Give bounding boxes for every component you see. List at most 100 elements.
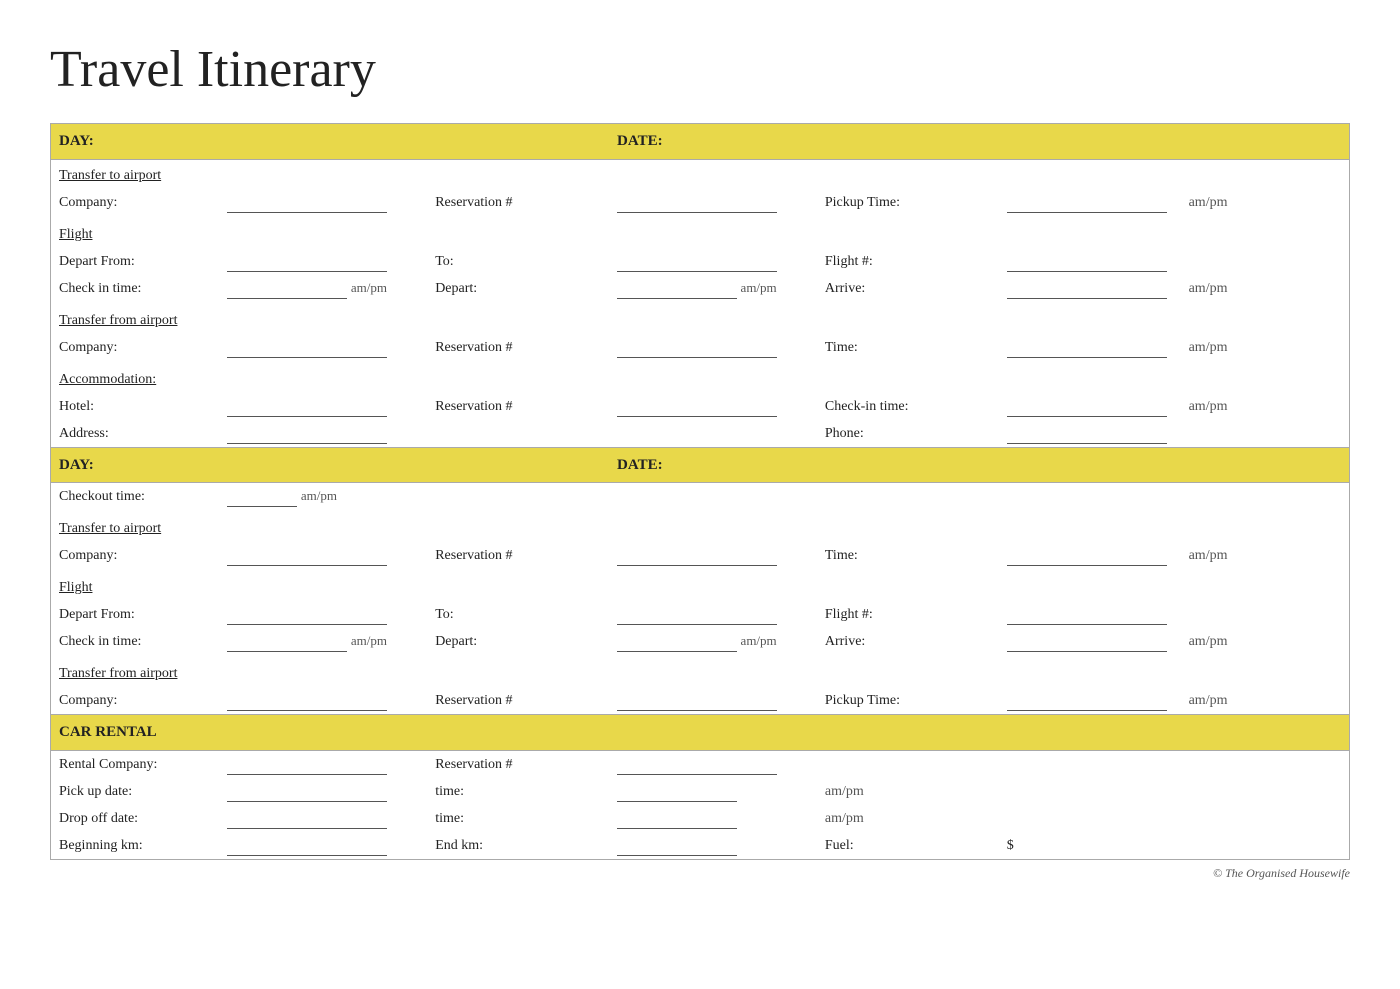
depart-from-field[interactable] <box>219 248 427 275</box>
transfer-from-airport1-title-row: Transfer from airport <box>51 302 1350 334</box>
time-field3[interactable] <box>609 778 817 805</box>
dropoff-date-field[interactable] <box>219 805 427 832</box>
day1-date-label: DATE: <box>609 124 1349 160</box>
end-km-field[interactable] <box>609 832 817 860</box>
car-rental-label: CAR RENTAL <box>51 715 1350 751</box>
checkin-time-field1[interactable]: am/pm <box>219 275 427 302</box>
company-label1: Company: <box>51 189 220 216</box>
ampm2: am/pm <box>351 280 387 295</box>
beginning-km-row: Beginning km: End km: Fuel: $ <box>51 832 1350 860</box>
ampm11: am/pm <box>1181 628 1350 655</box>
pickup-date-field[interactable] <box>219 778 427 805</box>
ampm4: am/pm <box>1181 275 1350 302</box>
reservation-label3: Reservation # <box>427 393 609 420</box>
transfer-airport2-title-row: Transfer to airport <box>51 510 1350 542</box>
reservation-field2[interactable] <box>609 334 817 361</box>
ampm5: am/pm <box>1181 334 1350 361</box>
checkin-time-label1: Check in time: <box>51 275 220 302</box>
rental-company-label: Rental Company: <box>51 750 220 778</box>
company-field2[interactable] <box>219 334 427 361</box>
pickup-date-row: Pick up date: time: am/pm <box>51 778 1350 805</box>
arrive-field2[interactable] <box>999 628 1181 655</box>
accommodation-title-row: Accommodation: <box>51 361 1350 393</box>
checkin-time-label3: Check in time: <box>51 628 220 655</box>
accommodation-row2: Address: Phone: <box>51 420 1350 448</box>
address-field[interactable] <box>219 420 427 448</box>
arrive-label2: Arrive: <box>817 628 999 655</box>
flight1-title: Flight <box>59 227 92 242</box>
reservation-field3[interactable] <box>609 393 817 420</box>
hotel-field[interactable] <box>219 393 427 420</box>
flight1-row1: Depart From: To: Flight #: <box>51 248 1350 275</box>
ampm6: am/pm <box>1181 393 1350 420</box>
phone-field[interactable] <box>999 420 1181 448</box>
flight1-title-row: Flight <box>51 216 1350 248</box>
time-label2: Time: <box>817 542 999 569</box>
flight-hash-label1: Flight #: <box>817 248 999 275</box>
rental-company-row: Rental Company: Reservation # <box>51 750 1350 778</box>
checkin-time-field3[interactable]: am/pm <box>219 628 427 655</box>
checkin-time-label2: Check-in time: <box>817 393 999 420</box>
day2-header-row: DAY: DATE: <box>51 447 1350 483</box>
flight1-row2: Check in time: am/pm Depart: am/pm Arriv… <box>51 275 1350 302</box>
flight-hash-label2: Flight #: <box>817 601 999 628</box>
beginning-km-field[interactable] <box>219 832 427 860</box>
rental-company-field[interactable] <box>219 750 427 778</box>
time-field4[interactable] <box>609 805 817 832</box>
company-label2: Company: <box>51 334 220 361</box>
flight2-row2: Check in time: am/pm Depart: am/pm Arriv… <box>51 628 1350 655</box>
flight-hash-field1[interactable] <box>999 248 1181 275</box>
time-label4: time: <box>427 805 609 832</box>
time-label3: time: <box>427 778 609 805</box>
to-label2: To: <box>427 601 609 628</box>
to-field[interactable] <box>609 248 817 275</box>
company-field4[interactable] <box>219 687 427 715</box>
checkout-row: Checkout time: am/pm <box>51 483 1350 511</box>
depart-field2[interactable]: am/pm <box>609 628 817 655</box>
time-field1[interactable] <box>999 334 1181 361</box>
ampm10: am/pm <box>741 633 777 648</box>
transfer-airport1-title-row: Transfer to airport <box>51 159 1350 189</box>
company-field1[interactable] <box>219 189 427 216</box>
depart-from-label2: Depart From: <box>51 601 220 628</box>
day2-label: DAY: <box>51 447 610 483</box>
ampm-label1: am/pm <box>1181 189 1350 216</box>
reservation-label2: Reservation # <box>427 334 609 361</box>
depart-from-field2[interactable] <box>219 601 427 628</box>
page-title: Travel Itinerary <box>50 40 1350 99</box>
flight2-title-row: Flight <box>51 569 1350 601</box>
pickup-time-field2[interactable] <box>999 687 1181 715</box>
depart-field1[interactable]: am/pm <box>609 275 817 302</box>
ampm3: am/pm <box>741 280 777 295</box>
reservation-field6[interactable] <box>609 750 1349 778</box>
hotel-label: Hotel: <box>51 393 220 420</box>
depart-label2: Depart: <box>427 628 609 655</box>
empty1 <box>1181 248 1350 275</box>
reservation-field1[interactable] <box>609 189 817 216</box>
day1-header-row: DAY: DATE: <box>51 124 1350 160</box>
transfer-from-airport2-title-row: Transfer from airport <box>51 655 1350 687</box>
checkout-field[interactable]: am/pm <box>219 483 427 511</box>
company-label3: Company: <box>51 542 220 569</box>
reservation-field5[interactable] <box>609 687 817 715</box>
empty4 <box>1181 420 1350 448</box>
checkin-time-field2[interactable] <box>999 393 1181 420</box>
arrive-field1[interactable] <box>999 275 1181 302</box>
transfer-from-airport1-row: Company: Reservation # Time: am/pm <box>51 334 1350 361</box>
transfer-airport1-row: Company: Reservation # Pickup Time: am/p… <box>51 189 1350 216</box>
transfer-from-airport1-title: Transfer from airport <box>59 313 177 328</box>
accommodation-title: Accommodation: <box>59 372 156 387</box>
company-field3[interactable] <box>219 542 427 569</box>
ampm9: am/pm <box>351 633 387 648</box>
time-field2[interactable] <box>999 542 1181 569</box>
pickup-time-field1[interactable] <box>999 189 1181 216</box>
pickup-time-label1: Pickup Time: <box>817 189 999 216</box>
to-field2[interactable] <box>609 601 817 628</box>
flight2-title: Flight <box>59 580 92 595</box>
end-km-label: End km: <box>427 832 609 860</box>
flight-hash-field2[interactable] <box>999 601 1181 628</box>
reservation-field4[interactable] <box>609 542 817 569</box>
transfer-from-airport2-row: Company: Reservation # Pickup Time: am/p… <box>51 687 1350 715</box>
dropoff-date-label: Drop off date: <box>51 805 220 832</box>
dropoff-date-row: Drop off date: time: am/pm <box>51 805 1350 832</box>
